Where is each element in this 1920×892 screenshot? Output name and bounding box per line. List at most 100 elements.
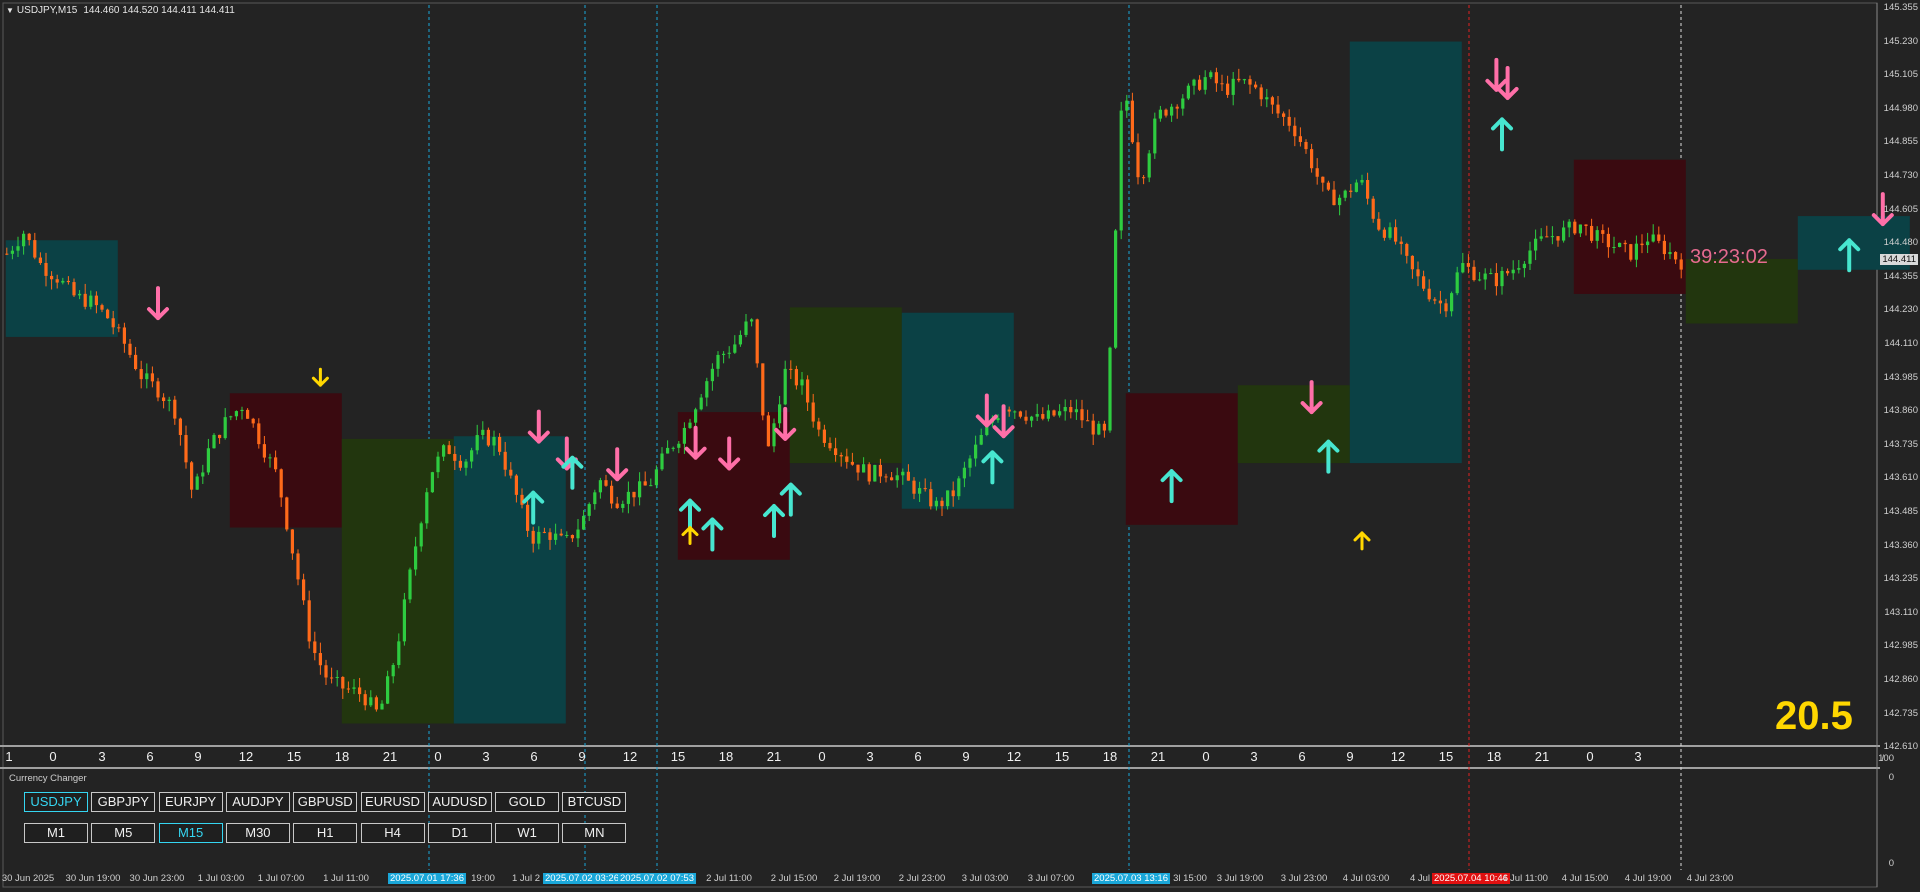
candle-body <box>682 427 686 444</box>
candle-body <box>565 535 569 537</box>
candle-body <box>436 456 440 473</box>
symbol-button-gbpjpy[interactable]: GBPJPY <box>91 792 156 812</box>
price-axis-label: 144.230 <box>1883 304 1918 316</box>
candle-body <box>1013 411 1017 413</box>
symbol-button-audusd[interactable]: AUDUSD <box>427 792 492 812</box>
time-axis-label: 30 Jun 23:00 <box>129 873 185 884</box>
candle-body <box>1573 221 1577 234</box>
candle-body <box>464 461 468 468</box>
price-axis-label: 144.730 <box>1883 170 1918 181</box>
candle-body <box>1298 136 1302 142</box>
timeframe-button-h1[interactable]: H1 <box>293 823 358 843</box>
hour-tick-label: 21 <box>382 749 398 764</box>
candle-body <box>1377 218 1381 230</box>
price-axis-label: 143.110 <box>1884 606 1918 618</box>
candle-body <box>106 309 110 319</box>
candle-body <box>750 319 754 322</box>
candle-body <box>582 515 586 530</box>
price-axis-label: 142.735 <box>1883 707 1918 719</box>
candle-body <box>671 447 675 449</box>
signal-arrow-icon-21 <box>1353 531 1371 551</box>
price-axis-label: 142.985 <box>1883 640 1918 652</box>
buy-arrow-icon-6 <box>561 455 584 490</box>
candle-body <box>1360 179 1364 183</box>
candle-body <box>1326 182 1330 190</box>
candle-body <box>520 494 524 505</box>
candle-body <box>1102 423 1106 431</box>
candle-body <box>156 381 160 398</box>
candle-body <box>346 688 350 690</box>
hour-tick-label: 3 <box>482 749 490 764</box>
hour-tick-label: 9 <box>1346 749 1354 764</box>
timeframe-button-h4[interactable]: H4 <box>360 823 425 843</box>
candle-body <box>1242 79 1246 81</box>
candle-body <box>1399 241 1403 245</box>
timeframe-button-m5[interactable]: M5 <box>91 823 156 843</box>
symbol-button-audjpy[interactable]: AUDJPY <box>225 792 290 812</box>
candle-body <box>537 531 541 544</box>
time-axis-label: 2025.07.02 07:53 <box>618 873 696 884</box>
candle-body <box>761 363 765 416</box>
candle-body <box>1231 78 1235 95</box>
candle-body <box>1584 224 1588 226</box>
symbol-button-gbpusd[interactable]: GBPUSD <box>293 792 358 812</box>
candle-body <box>184 435 188 463</box>
candle-body <box>1489 273 1493 275</box>
candle-body <box>128 343 132 355</box>
candle-body <box>1321 176 1325 183</box>
candle-body <box>806 379 810 403</box>
candle-body <box>542 531 546 533</box>
candle-body <box>1108 347 1112 431</box>
timeframe-button-w1[interactable]: W1 <box>495 823 560 843</box>
candle-body <box>111 318 115 328</box>
hour-tick-label: 12 <box>1390 749 1406 764</box>
candle-body <box>862 464 866 473</box>
symbol-button-eurusd[interactable]: EURUSD <box>360 792 425 812</box>
timeframe-button-m1[interactable]: M1 <box>24 823 88 843</box>
candle-body <box>44 263 48 276</box>
candle-body <box>884 476 888 478</box>
sell-arrow-icon-0 <box>147 286 169 321</box>
hour-tick-label: 12 <box>1006 749 1022 764</box>
candle-body <box>1366 179 1370 199</box>
candle-body <box>1674 252 1678 260</box>
candle-body <box>268 457 272 459</box>
price-axis-label: 145.355 <box>1883 2 1918 13</box>
hour-tick-label: 12 <box>622 749 638 764</box>
candle-body <box>850 461 854 465</box>
symbol-button-btcusd[interactable]: BTCUSD <box>562 792 627 812</box>
hour-tick-label: 6 <box>1298 749 1306 764</box>
candle-body <box>794 369 798 386</box>
candle-body <box>122 327 126 344</box>
symbol-button-usdjpy[interactable]: USDJPY <box>24 792 88 812</box>
candle-body <box>1030 416 1034 421</box>
candle-body <box>1069 407 1073 413</box>
candle-body <box>1175 106 1179 109</box>
collapse-triangle-icon[interactable]: ▼ <box>6 6 14 15</box>
candle-body <box>223 417 227 439</box>
zone-box-8 <box>1237 385 1350 464</box>
time-axis-label: 4 Jul 15:00 <box>1561 873 1609 884</box>
time-axis-label: 1 Jul 11:00 <box>323 873 369 884</box>
candle-body <box>1601 230 1605 234</box>
candle-body <box>666 447 670 454</box>
timeframe-button-mn[interactable]: MN <box>562 823 627 843</box>
candle-body <box>1500 270 1504 287</box>
candle-body <box>307 600 311 642</box>
symbol-button-gold[interactable]: GOLD <box>495 792 560 812</box>
candle-body <box>1606 233 1610 248</box>
candle-body <box>83 293 87 307</box>
candle-body <box>934 500 938 507</box>
price-axis-label: 143.985 <box>1883 371 1918 383</box>
candle-body <box>55 279 59 283</box>
candle-body <box>1074 409 1078 413</box>
symbol-button-eurjpy[interactable]: EURJPY <box>158 792 223 812</box>
timeframe-button-m30[interactable]: M30 <box>225 823 290 843</box>
candle-body <box>1646 241 1650 246</box>
timeframe-button-m15[interactable]: M15 <box>158 823 223 843</box>
candle-body <box>279 469 283 498</box>
price-axis-label: 144.480 <box>1883 237 1918 249</box>
timeframe-button-d1[interactable]: D1 <box>427 823 492 843</box>
candle-body <box>290 529 294 554</box>
candle-body <box>962 467 966 479</box>
